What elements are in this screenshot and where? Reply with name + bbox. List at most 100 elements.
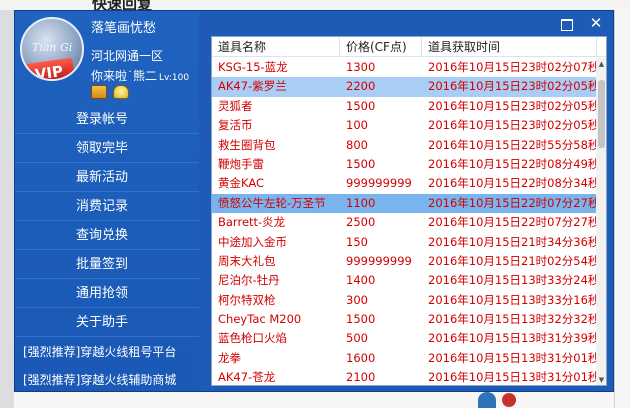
item-name-cell: 龙拳	[218, 350, 241, 365]
time-cell: 2016年10月15日22时55分58秒	[428, 137, 597, 152]
item-name-cell: 尼泊尔-牡丹	[218, 273, 280, 288]
price-cell: 500	[346, 331, 368, 346]
time-cell: 2016年10月15日22时08分34秒	[428, 176, 597, 191]
background-right-strip	[614, 10, 630, 408]
item-name-cell: AK47-紫罗兰	[218, 79, 287, 94]
time-cell: 2016年10月15日23时02分05秒	[428, 79, 597, 94]
column-header-item-name[interactable]: 道具名称	[212, 37, 340, 57]
player-info: 你来啦˙熊二 Lv:100	[91, 67, 189, 84]
item-name-cell: AK47-苍龙	[218, 370, 276, 385]
table-row[interactable]: 蓝色枪口火焰 500 2016年10月15日13时31分39秒	[212, 329, 597, 348]
price-cell: 1100	[346, 195, 376, 210]
sidebar: Tian Gi VIP 落笔画忧愁 河北网通一区 你来啦˙熊二 Lv:100 登录…	[15, 11, 199, 391]
price-cell: 150	[346, 234, 368, 249]
player-name: 你来啦˙熊二	[91, 69, 158, 83]
item-name-cell: 周末大礼包	[218, 253, 276, 268]
background-bottom-icons	[478, 392, 516, 408]
time-cell: 2016年10月15日23时02分05秒	[428, 118, 597, 133]
table-row[interactable]: 黄金KAC 999999999 2016年10月15日22时08分34秒	[212, 174, 597, 193]
item-name-cell: 中途加入金币	[218, 234, 287, 249]
menu-item-latest-events[interactable]: 最新活动	[15, 163, 199, 192]
price-cell: 1500	[346, 98, 376, 113]
time-cell: 2016年10月15日13时33分16秒	[428, 292, 597, 307]
vip-badge: VIP	[22, 57, 76, 79]
promo-link-rental[interactable]: [强烈推荐]穿越火线租号平台	[15, 339, 199, 365]
price-cell: 1400	[346, 273, 376, 288]
item-name-cell: 鞭炮手雷	[218, 156, 264, 171]
table-row[interactable]: AK47-紫罗兰 2200 2016年10月15日23时02分05秒	[212, 77, 597, 97]
shield-icon	[478, 392, 496, 408]
item-list-panel: 道具名称 价格(CF点) 道具获取时间 KSG-15-蓝龙 1300 2016年10…	[211, 36, 607, 386]
price-cell: 1500	[346, 312, 376, 327]
item-name-cell: Barrett-炎龙	[218, 215, 286, 230]
table-body: KSG-15-蓝龙 1300 2016年10月15日23时02分07秒 AK47-紫罗…	[212, 58, 597, 385]
price-cell: 100	[346, 118, 368, 133]
price-cell: 1600	[346, 350, 376, 365]
table-row[interactable]: 灵狐者 1500 2016年10月15日23时02分05秒	[212, 97, 597, 116]
item-name-cell: 柯尔特双枪	[218, 292, 276, 307]
price-cell: 999999999	[346, 176, 412, 191]
table-row[interactable]: Barrett-炎龙 2500 2016年10月15日22时07分27秒	[212, 213, 597, 232]
price-cell: 2100	[346, 370, 376, 385]
item-name-cell: CheyTac M200	[218, 312, 302, 327]
time-cell: 2016年10月15日13时31分01秒	[428, 350, 597, 365]
menu-item-login[interactable]: 登录帐号	[15, 105, 199, 134]
price-cell: 1500	[346, 156, 376, 171]
table-row[interactable]: 尼泊尔-牡丹 1400 2016年10月15日13时33分24秒	[212, 271, 597, 290]
menu-item-about[interactable]: 关于助手	[15, 308, 199, 337]
menu-item-general-grab[interactable]: 通用抢领	[15, 279, 199, 308]
time-cell: 2016年10月15日22时07分27秒	[428, 195, 597, 210]
time-cell: 2016年10月15日13时31分01秒	[428, 370, 597, 385]
scroll-up-icon[interactable]: ▲	[596, 58, 606, 70]
close-button[interactable]: ✕	[586, 15, 606, 33]
price-cell: 1300	[346, 60, 376, 74]
time-cell: 2016年10月15日13时33分24秒	[428, 273, 597, 288]
item-name-cell: 愤怒公牛左轮-万圣节	[218, 195, 326, 210]
sidebar-menu: 登录帐号 领取完毕 最新活动 消费记录 查询兑换 批量签到 通用抢领 关于助手	[15, 105, 199, 337]
menu-item-batch-signin[interactable]: 批量签到	[15, 250, 199, 279]
price-cell: 999999999	[346, 253, 412, 268]
column-header-price[interactable]: 价格(CF点)	[340, 37, 422, 57]
table-row[interactable]: 中途加入金币 150 2016年10月15日21时34分36秒	[212, 233, 597, 252]
gift-icon[interactable]	[91, 85, 107, 99]
time-cell: 2016年10月15日13时32分32秒	[428, 312, 597, 327]
time-cell: 2016年10月15日23时02分05秒	[428, 98, 597, 113]
table-row[interactable]: KSG-15-蓝龙 1300 2016年10月15日23时02分07秒	[212, 58, 597, 77]
table-row[interactable]: 复活币 100 2016年10月15日23时02分05秒	[212, 116, 597, 135]
helper-window: Tian Gi VIP 落笔画忧愁 河北网通一区 你来啦˙熊二 Lv:100 登录…	[14, 10, 614, 392]
minimize-button[interactable]	[556, 15, 576, 33]
table-row[interactable]: 龙拳 1600 2016年10月15日13时31分01秒	[212, 349, 597, 368]
time-cell: 2016年10月15日22时07分27秒	[428, 215, 597, 230]
table-row[interactable]: 鞭炮手雷 1500 2016年10月15日22时08分49秒	[212, 155, 597, 174]
menu-item-query-redeem[interactable]: 查询兑换	[15, 221, 199, 250]
badge-icon	[502, 393, 516, 407]
item-name-cell: 救生圈背包	[218, 137, 276, 152]
column-header-time[interactable]: 道具获取时间	[422, 37, 597, 57]
player-level: Lv:100	[159, 73, 190, 83]
menu-item-purchase-history[interactable]: 消费记录	[15, 192, 199, 221]
item-name-cell: 蓝色枪口火焰	[218, 331, 287, 346]
scroll-thumb[interactable]	[598, 80, 605, 148]
time-cell: 2016年10月15日23时02分07秒	[428, 60, 597, 74]
time-cell: 2016年10月15日22时08分49秒	[428, 156, 597, 171]
menu-item-claimed[interactable]: 领取完毕	[15, 134, 199, 163]
vertical-scrollbar[interactable]: ▲ ▼	[596, 58, 606, 385]
item-name-cell: 黄金KAC	[218, 176, 265, 191]
promo-link-shop[interactable]: [强烈推荐]穿越火线辅助商城	[15, 367, 199, 391]
price-cell: 800	[346, 137, 368, 152]
item-name-cell: 灵狐者	[218, 98, 253, 113]
background-left-strip	[0, 10, 14, 408]
scroll-down-icon[interactable]: ▼	[596, 374, 606, 385]
status-icons	[91, 85, 129, 99]
table-row[interactable]: CheyTac M200 1500 2016年10月15日13时32分32秒	[212, 310, 597, 329]
time-cell: 2016年10月15日13时31分39秒	[428, 331, 597, 346]
table-row[interactable]: 救生圈背包 800 2016年10月15日22时55分58秒	[212, 136, 597, 155]
table-row[interactable]: 周末大礼包 999999999 2016年10月15日21时02分54秒	[212, 252, 597, 271]
avatar-text: Tian Gi	[32, 41, 73, 54]
table-row[interactable]: 柯尔特双枪 300 2016年10月15日13时33分16秒	[212, 291, 597, 310]
item-name-cell: KSG-15-蓝龙	[218, 60, 288, 74]
table-row[interactable]: 愤怒公牛左轮-万圣节 1100 2016年10月15日22时07分27秒	[212, 193, 597, 214]
avatar[interactable]: Tian Gi VIP	[20, 17, 84, 81]
table-row[interactable]: AK47-苍龙 2100 2016年10月15日13时31分01秒	[212, 368, 597, 385]
bell-icon[interactable]	[113, 85, 129, 99]
